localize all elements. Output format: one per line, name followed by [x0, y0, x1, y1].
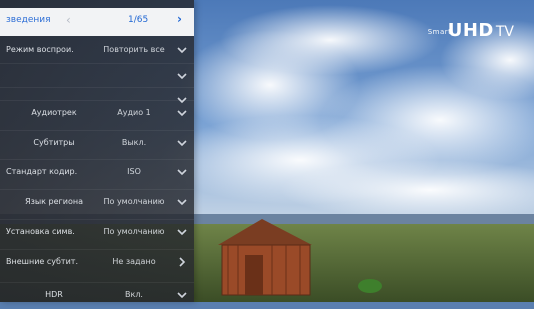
chevron-down-icon[interactable] — [176, 226, 188, 238]
menu-row-value: Аудио 1 — [117, 108, 151, 117]
row-divider — [0, 87, 194, 88]
menu-row[interactable]: Субтитры Выкл. — [0, 131, 194, 157]
menu-row-label: Стандарт кодир. — [6, 167, 78, 176]
previous-item-button[interactable]: ‹ — [66, 13, 71, 27]
next-item-button[interactable]: › — [177, 12, 182, 26]
menu-row[interactable]: Режим воспрои. Повторить все — [0, 38, 194, 64]
row-divider — [0, 282, 194, 283]
row-divider — [0, 249, 194, 250]
menu-row[interactable]: Стандарт кодир. ISO — [0, 160, 194, 186]
brand-uhd: UHD — [447, 20, 494, 41]
menu-row-value: Не задано — [112, 257, 156, 266]
row-divider — [0, 130, 194, 131]
menu-row-value: Повторить все — [103, 45, 165, 54]
playback-settings-panel: зведения ‹ 1/65 › Режим воспрои. Повторит… — [0, 0, 194, 302]
row-divider — [0, 219, 194, 220]
menu-row-value: По умолчанию — [103, 227, 165, 236]
menu-row[interactable]: Язык региона По умолчанию — [0, 190, 194, 216]
chevron-down-icon[interactable] — [176, 166, 188, 178]
row-divider — [0, 189, 194, 190]
menu-row-label: Установка симв. — [6, 227, 75, 236]
menu-row-value: ISO — [127, 167, 141, 176]
row-divider — [0, 100, 194, 101]
panel-title: зведения — [6, 15, 51, 25]
item-counter: 1/65 — [128, 15, 149, 25]
menu-row[interactable]: Аудиотрек Аудио 1 — [0, 101, 194, 127]
panel-header: зведения ‹ 1/65 › — [0, 8, 194, 36]
menu-row[interactable]: Установка симв. По умолчанию — [0, 220, 194, 246]
menu-row-label: Субтитры — [33, 138, 75, 147]
row-divider — [0, 63, 194, 64]
menu-row[interactable]: HDR Вкл. — [0, 283, 194, 309]
row-divider — [0, 159, 194, 160]
uhd-tv-logo: Smart UHD TV — [428, 20, 514, 41]
chevron-down-icon[interactable] — [176, 107, 188, 119]
menu-row-value: По умолчанию — [103, 197, 165, 206]
brand-smart: Smart — [427, 28, 452, 36]
menu-row-value: Выкл. — [121, 138, 147, 147]
chevron-right-icon[interactable] — [176, 256, 188, 268]
menu-row[interactable]: Внешние субтит. Не задано — [0, 250, 194, 276]
chevron-down-icon[interactable] — [176, 137, 188, 149]
chevron-down-icon[interactable] — [176, 44, 188, 56]
brand-tv: TV — [495, 24, 514, 40]
menu-row-label: Внешние субтит. — [6, 257, 78, 266]
menu-row-label: Режим воспрои. — [6, 45, 74, 54]
chevron-down-icon[interactable] — [176, 289, 188, 301]
menu-row-label: Аудиотрек — [31, 108, 77, 117]
menu-row-label: Язык региона — [25, 197, 83, 206]
menu-row-value: Вкл. — [125, 290, 143, 299]
chevron-down-icon[interactable] — [176, 196, 188, 208]
chevron-down-icon[interactable] — [176, 70, 188, 82]
menu-row-label: HDR — [45, 290, 63, 299]
